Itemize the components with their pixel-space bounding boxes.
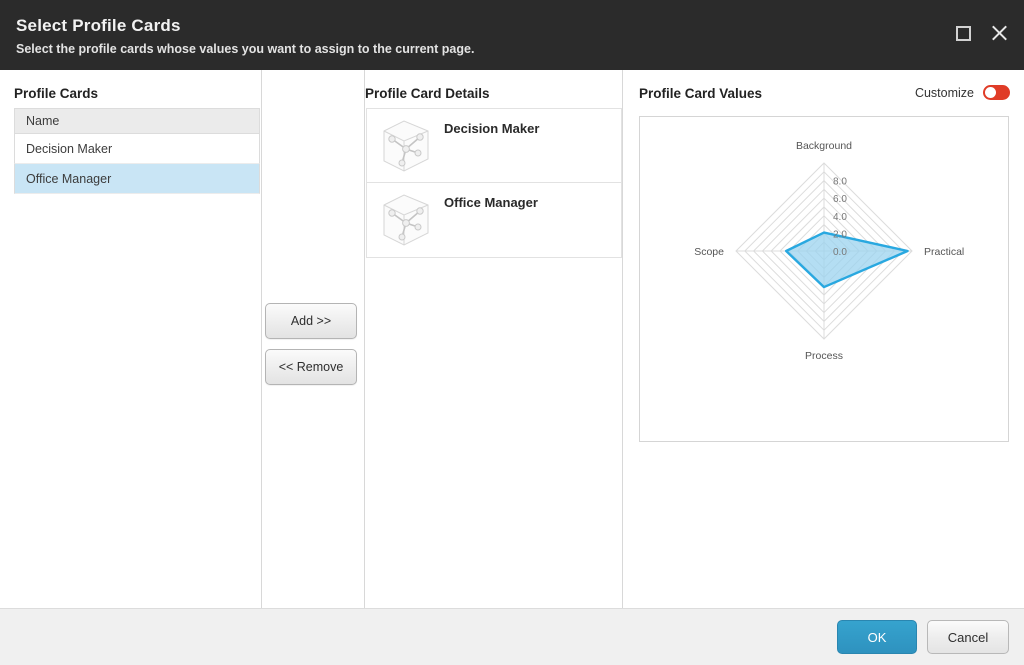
radar-tick-label: 6.0: [833, 194, 847, 205]
profile-card-thumbnail-icon: [383, 120, 429, 172]
radar-axis-label-scope: Scope: [694, 246, 724, 258]
close-x-glyph: [990, 24, 1008, 42]
list-column-header-name: Name: [14, 108, 260, 134]
customize-control[interactable]: Customize: [915, 85, 1010, 100]
list-item[interactable]: Office Manager: [14, 164, 260, 194]
profile-card-values-panel-title: Profile Card Values: [639, 86, 763, 101]
detail-card-label: Decision Maker: [444, 121, 540, 136]
add-button[interactable]: Add >>: [265, 303, 357, 339]
dialog-titlebar: Select Profile Cards Select the profile …: [0, 0, 1024, 70]
radar-axis-label-process: Process: [805, 350, 843, 362]
radar-axis-label-practical: Practical: [924, 246, 964, 258]
list-item[interactable]: Decision Maker: [14, 134, 260, 164]
cancel-button[interactable]: Cancel: [927, 620, 1009, 654]
dialog-title: Select Profile Cards: [16, 16, 181, 35]
divider-right: [622, 70, 623, 608]
radar-tick-label: 4.0: [833, 212, 847, 223]
dialog-subtitle: Select the profile cards whose values yo…: [16, 42, 475, 56]
dialog-body: Profile Cards Profile Card Details Profi…: [0, 70, 1024, 608]
divider-left: [261, 70, 262, 608]
radar-chart-svg: 0.0 2.0 4.0 6.0 8.0 Background Practical Proces…: [694, 140, 964, 362]
profile-card-details-panel-title: Profile Card Details: [365, 86, 490, 101]
radar-tick-label: 8.0: [833, 177, 847, 188]
close-icon[interactable]: [982, 16, 1016, 50]
profile-cards-panel-title: Profile Cards: [14, 86, 99, 101]
detail-card-label: Office Manager: [444, 195, 538, 210]
profile-card-values-chart: 0.0 2.0 4.0 6.0 8.0 Background Practical Proces…: [639, 116, 1009, 442]
customize-toggle[interactable]: [983, 85, 1010, 100]
list-item-label: Decision Maker: [26, 141, 113, 156]
maximize-icon[interactable]: [946, 16, 980, 50]
detail-card[interactable]: Decision Maker: [366, 108, 622, 183]
radar-axis-label-background: Background: [796, 140, 852, 152]
radar-tick-label: 2.0: [833, 229, 847, 240]
ok-button[interactable]: OK: [837, 620, 917, 654]
profile-card-thumbnail-icon: [383, 194, 429, 246]
select-profile-cards-dialog: Select Profile Cards Select the profile …: [0, 0, 1024, 665]
list-item-label: Office Manager: [26, 171, 112, 186]
detail-card[interactable]: Office Manager: [366, 183, 622, 258]
maximize-square-glyph: [955, 25, 971, 41]
remove-button[interactable]: << Remove: [265, 349, 357, 385]
dialog-footer: OK Cancel: [0, 608, 1024, 665]
profile-cards-list: Name Decision Maker Office Manager: [14, 108, 260, 208]
customize-toggle-knob: [985, 87, 996, 98]
profile-card-details-list: Decision Maker Office Manager: [365, 108, 622, 608]
customize-label: Customize: [914, 85, 974, 100]
radar-tick-label: 0.0: [833, 247, 847, 258]
